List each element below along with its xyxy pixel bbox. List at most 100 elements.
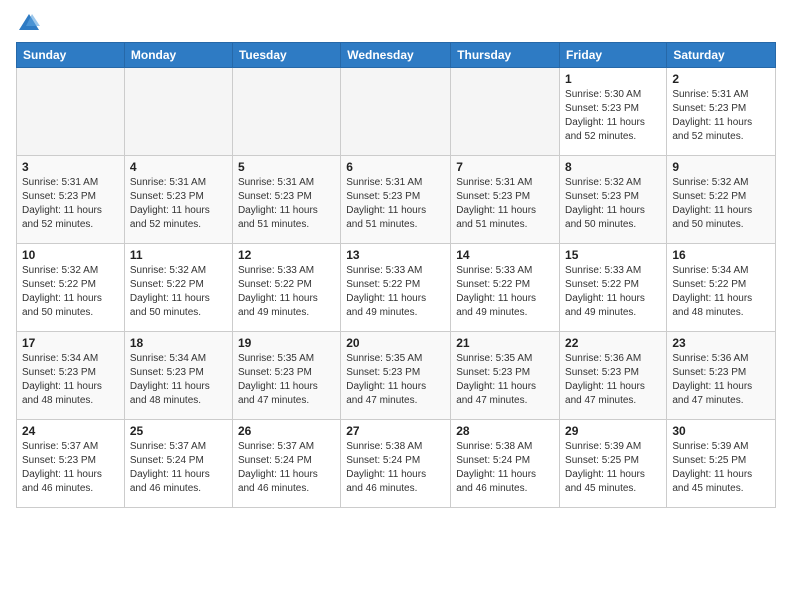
day-number: 14 <box>456 248 554 262</box>
calendar-cell: 20 Sunrise: 5:35 AM Sunset: 5:23 PM Dayli… <box>341 332 451 420</box>
day-info: Sunrise: 5:35 AM Sunset: 5:23 PM Dayligh… <box>238 352 335 408</box>
day-info: Sunrise: 5:36 AM Sunset: 5:23 PM Dayligh… <box>565 352 661 408</box>
day-number: 3 <box>22 160 119 174</box>
day-info: Sunrise: 5:31 AM Sunset: 5:23 PM Dayligh… <box>456 176 554 232</box>
calendar-cell: 18 Sunrise: 5:34 AM Sunset: 5:23 PM Dayli… <box>124 332 232 420</box>
day-info: Sunrise: 5:39 AM Sunset: 5:25 PM Dayligh… <box>672 440 770 496</box>
day-number: 22 <box>565 336 661 350</box>
day-number: 21 <box>456 336 554 350</box>
calendar-cell: 4 Sunrise: 5:31 AM Sunset: 5:23 PM Daylig… <box>124 156 232 244</box>
logo-icon <box>18 12 40 34</box>
calendar-cell: 15 Sunrise: 5:33 AM Sunset: 5:22 PM Dayli… <box>560 244 667 332</box>
calendar-cell <box>451 68 560 156</box>
calendar-cell: 25Sunrise: 5:37 AM Sunset: 5:24 PM Dayli… <box>124 420 232 508</box>
day-number: 2 <box>672 72 770 86</box>
calendar-cell: 9 Sunrise: 5:32 AM Sunset: 5:22 PM Daylig… <box>667 156 776 244</box>
calendar-cell: 11Sunrise: 5:32 AM Sunset: 5:22 PM Dayli… <box>124 244 232 332</box>
day-number: 9 <box>672 160 770 174</box>
calendar-cell: 24 Sunrise: 5:37 AM Sunset: 5:23 PM Dayli… <box>17 420 125 508</box>
day-number: 8 <box>565 160 661 174</box>
calendar: SundayMondayTuesdayWednesdayThursdayFrid… <box>16 42 776 508</box>
calendar-cell: 23 Sunrise: 5:36 AM Sunset: 5:23 PM Dayli… <box>667 332 776 420</box>
day-number: 4 <box>130 160 227 174</box>
calendar-header-row: SundayMondayTuesdayWednesdayThursdayFrid… <box>17 43 776 68</box>
day-number: 17 <box>22 336 119 350</box>
calendar-cell: 19 Sunrise: 5:35 AM Sunset: 5:23 PM Dayli… <box>232 332 340 420</box>
day-number: 5 <box>238 160 335 174</box>
day-info: Sunrise: 5:38 AM Sunset: 5:24 PM Dayligh… <box>346 440 445 496</box>
calendar-cell: 27 Sunrise: 5:38 AM Sunset: 5:24 PM Dayli… <box>341 420 451 508</box>
day-number: 13 <box>346 248 445 262</box>
calendar-cell <box>17 68 125 156</box>
day-number: 7 <box>456 160 554 174</box>
calendar-cell: 7 Sunrise: 5:31 AM Sunset: 5:23 PM Daylig… <box>451 156 560 244</box>
day-info: Sunrise: 5:33 AM Sunset: 5:22 PM Dayligh… <box>565 264 661 320</box>
calendar-cell: 22 Sunrise: 5:36 AM Sunset: 5:23 PM Dayli… <box>560 332 667 420</box>
day-number: 23 <box>672 336 770 350</box>
calendar-cell: 17 Sunrise: 5:34 AM Sunset: 5:23 PM Dayli… <box>17 332 125 420</box>
weekday-header: Sunday <box>17 43 125 68</box>
calendar-cell: 16Sunrise: 5:34 AM Sunset: 5:22 PM Dayli… <box>667 244 776 332</box>
day-info: Sunrise: 5:39 AM Sunset: 5:25 PM Dayligh… <box>565 440 661 496</box>
header <box>16 12 776 34</box>
calendar-cell <box>341 68 451 156</box>
day-info: Sunrise: 5:31 AM Sunset: 5:23 PM Dayligh… <box>672 88 770 144</box>
day-info: Sunrise: 5:37 AM Sunset: 5:24 PM Dayligh… <box>238 440 335 496</box>
day-info: Sunrise: 5:31 AM Sunset: 5:23 PM Dayligh… <box>346 176 445 232</box>
calendar-week-row: 1 Sunrise: 5:30 AM Sunset: 5:23 PM Daylig… <box>17 68 776 156</box>
day-info: Sunrise: 5:34 AM Sunset: 5:23 PM Dayligh… <box>22 352 119 408</box>
day-info: Sunrise: 5:30 AM Sunset: 5:23 PM Dayligh… <box>565 88 661 144</box>
day-info: Sunrise: 5:35 AM Sunset: 5:23 PM Dayligh… <box>346 352 445 408</box>
day-info: Sunrise: 5:32 AM Sunset: 5:22 PM Dayligh… <box>22 264 119 320</box>
calendar-week-row: 17 Sunrise: 5:34 AM Sunset: 5:23 PM Dayli… <box>17 332 776 420</box>
day-info: Sunrise: 5:33 AM Sunset: 5:22 PM Dayligh… <box>456 264 554 320</box>
day-info: Sunrise: 5:32 AM Sunset: 5:23 PM Dayligh… <box>565 176 661 232</box>
calendar-cell <box>124 68 232 156</box>
calendar-cell: 5Sunrise: 5:31 AM Sunset: 5:23 PM Daylig… <box>232 156 340 244</box>
day-number: 24 <box>22 424 119 438</box>
day-number: 29 <box>565 424 661 438</box>
day-number: 15 <box>565 248 661 262</box>
weekday-header: Tuesday <box>232 43 340 68</box>
calendar-cell: 12 Sunrise: 5:33 AM Sunset: 5:22 PM Dayli… <box>232 244 340 332</box>
day-number: 26 <box>238 424 335 438</box>
day-info: Sunrise: 5:36 AM Sunset: 5:23 PM Dayligh… <box>672 352 770 408</box>
day-number: 10 <box>22 248 119 262</box>
calendar-cell: 29 Sunrise: 5:39 AM Sunset: 5:25 PM Dayli… <box>560 420 667 508</box>
day-number: 16 <box>672 248 770 262</box>
day-info: Sunrise: 5:34 AM Sunset: 5:23 PM Dayligh… <box>130 352 227 408</box>
calendar-cell: 28Sunrise: 5:38 AM Sunset: 5:24 PM Dayli… <box>451 420 560 508</box>
day-info: Sunrise: 5:33 AM Sunset: 5:22 PM Dayligh… <box>238 264 335 320</box>
day-info: Sunrise: 5:35 AM Sunset: 5:23 PM Dayligh… <box>456 352 554 408</box>
day-number: 1 <box>565 72 661 86</box>
calendar-cell: 1 Sunrise: 5:30 AM Sunset: 5:23 PM Daylig… <box>560 68 667 156</box>
calendar-cell: 13 Sunrise: 5:33 AM Sunset: 5:22 PM Dayli… <box>341 244 451 332</box>
calendar-cell: 8 Sunrise: 5:32 AM Sunset: 5:23 PM Daylig… <box>560 156 667 244</box>
day-number: 30 <box>672 424 770 438</box>
day-number: 18 <box>130 336 227 350</box>
calendar-week-row: 24 Sunrise: 5:37 AM Sunset: 5:23 PM Dayli… <box>17 420 776 508</box>
calendar-cell: 2 Sunrise: 5:31 AM Sunset: 5:23 PM Daylig… <box>667 68 776 156</box>
day-number: 11 <box>130 248 227 262</box>
day-info: Sunrise: 5:31 AM Sunset: 5:23 PM Dayligh… <box>130 176 227 232</box>
calendar-cell: 14 Sunrise: 5:33 AM Sunset: 5:22 PM Dayli… <box>451 244 560 332</box>
calendar-week-row: 10 Sunrise: 5:32 AM Sunset: 5:22 PM Dayli… <box>17 244 776 332</box>
calendar-cell: 6Sunrise: 5:31 AM Sunset: 5:23 PM Daylig… <box>341 156 451 244</box>
day-number: 27 <box>346 424 445 438</box>
day-info: Sunrise: 5:33 AM Sunset: 5:22 PM Dayligh… <box>346 264 445 320</box>
day-info: Sunrise: 5:31 AM Sunset: 5:23 PM Dayligh… <box>22 176 119 232</box>
day-info: Sunrise: 5:38 AM Sunset: 5:24 PM Dayligh… <box>456 440 554 496</box>
day-number: 19 <box>238 336 335 350</box>
day-number: 12 <box>238 248 335 262</box>
day-number: 20 <box>346 336 445 350</box>
day-info: Sunrise: 5:37 AM Sunset: 5:24 PM Dayligh… <box>130 440 227 496</box>
calendar-cell: 21 Sunrise: 5:35 AM Sunset: 5:23 PM Dayli… <box>451 332 560 420</box>
weekday-header: Friday <box>560 43 667 68</box>
day-info: Sunrise: 5:32 AM Sunset: 5:22 PM Dayligh… <box>672 176 770 232</box>
calendar-cell: 26 Sunrise: 5:37 AM Sunset: 5:24 PM Dayli… <box>232 420 340 508</box>
calendar-week-row: 3 Sunrise: 5:31 AM Sunset: 5:23 PM Daylig… <box>17 156 776 244</box>
weekday-header: Saturday <box>667 43 776 68</box>
page: SundayMondayTuesdayWednesdayThursdayFrid… <box>0 0 792 516</box>
day-info: Sunrise: 5:37 AM Sunset: 5:23 PM Dayligh… <box>22 440 119 496</box>
calendar-cell: 10 Sunrise: 5:32 AM Sunset: 5:22 PM Dayli… <box>17 244 125 332</box>
